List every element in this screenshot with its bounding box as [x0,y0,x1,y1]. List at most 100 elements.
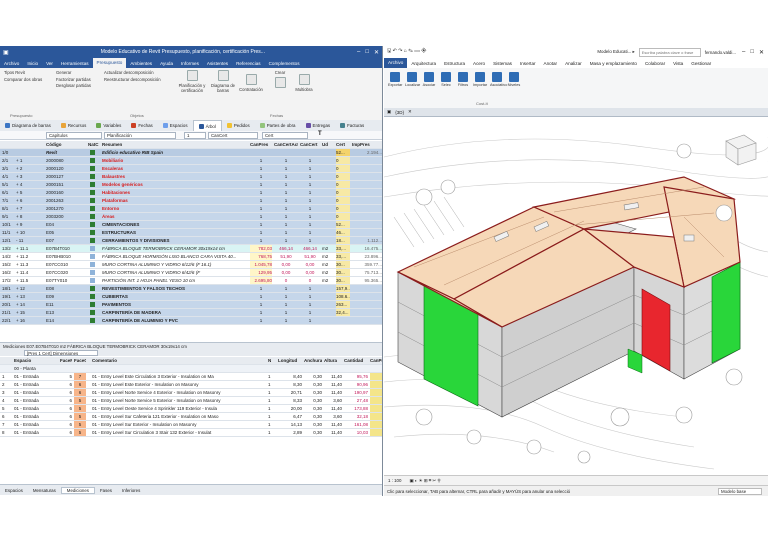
revit-menu-item-0[interactable]: Archivo [384,58,408,68]
menu-item-8[interactable]: Asistentes [203,61,232,66]
column-header[interactable]: CanCertAct [274,141,298,148]
table-row[interactable]: 19/1 + 13 E09 CUBIERTAS 1 1 1 108.6... [0,293,382,301]
bottom-tab-3[interactable]: Fases [95,488,117,493]
column-header[interactable]: N [268,357,276,364]
table-row[interactable]: 1/0 Revit Edificio educativo RIB Spain 52..… [0,149,382,157]
ribbon-item[interactable]: Contratación [237,87,265,94]
planning-filter[interactable]: Planificación [104,132,176,139]
view-controls-icons[interactable]: ▣ ◐ ☀ ⊞ ⌗ ✂ ⚲ [409,478,440,484]
column-header[interactable]: Altura [324,357,342,364]
table-row[interactable]: 8/1 + 7 2001270 Entorno 1 1 1 0 [0,205,382,213]
view-tab-1[interactable]: Recursos [56,123,92,128]
menu-item-6[interactable]: Ayuda [156,61,177,66]
column-header[interactable]: Cantidad [344,357,368,364]
bottom-tab-0[interactable]: Espacios [0,488,28,493]
revit-tool-2[interactable]: Asociar [422,72,436,87]
revit-menu-item-7[interactable]: Analizar [561,61,586,66]
table-row[interactable]: 11/1 + 10 E05 ESTRUCTURAS 1 1 1 46... [0,229,382,237]
revit-search-input[interactable]: Escriba palabra clave o frase [638,47,701,57]
3d-viewport[interactable] [384,117,768,475]
column-header[interactable]: Anchura [304,357,322,364]
table-row[interactable]: 7/1 + 6 2001263 Plataformas 1 1 1 0 [0,197,382,205]
column-header[interactable]: NatC [88,141,100,148]
cancert-filter[interactable]: CanCert [208,132,258,139]
menu-item-10[interactable]: Complementos [265,61,304,66]
ribbon-item[interactable]: Multiobra [290,87,318,94]
revit-tool-7[interactable]: Niveles [507,72,521,87]
menu-item-4[interactable]: Presupuesto [92,58,127,68]
measurement-row[interactable]: 6 01 - Entrada 6 5 01 - Entry Level Sur Cafe… [0,413,382,421]
measurement-row[interactable]: 4 01 - Entrada 6 5 01 - Entry Level Norte Se… [0,397,382,405]
table-row[interactable]: 14/2 + 11.2 E07BHB010 FÁBRICA BLOQUE HORMIG… [0,253,382,261]
ribbon-item[interactable]: Diagrama de barras [209,83,237,93]
view-scale[interactable]: 1 : 100 [388,478,401,483]
menu-item-1[interactable]: Inicio [23,61,42,66]
menu-item-0[interactable]: Archivo [0,61,23,66]
table-row[interactable]: 10/1 + 9 E04 CIMENTACIONES 1 1 1 52... [0,221,382,229]
user-name[interactable]: fernando.valdi... [705,50,736,55]
level-filter[interactable]: 1 [184,132,206,139]
revit-menu-item-5[interactable]: Insertar [516,61,540,66]
revit-menu-item-2[interactable]: Estructura [440,61,469,66]
table-row[interactable]: 12/1 - 11 E07 CERRAMIENTOS Y DIVISIONES 1 1 1 1… [0,237,382,245]
revit-tool-4[interactable]: Filtros [456,72,470,87]
revit-menu-item-1[interactable]: Arquitectura [407,61,440,66]
column-header[interactable]: CanPres [370,357,382,364]
column-header[interactable]: Espacio [14,357,58,364]
ribbon-item[interactable]: Desglosar partidas [56,83,91,90]
ribbon-item[interactable]: Actualizar descomposición [104,70,161,77]
revit-menu-item-4[interactable]: Sistemas [489,61,516,66]
measurement-row[interactable]: 7 01 - Entrada 6 5 01 - Entry Level Sur Exte… [0,421,382,429]
close-icon[interactable]: ✕ [374,49,379,56]
measurement-row[interactable]: 5 01 - Entrada 6 5 01 - Entry Level Oeste Se… [0,405,382,413]
column-header[interactable]: Longitud [278,357,302,364]
table-row[interactable]: 16/2 + 11.4 E07CC020 MURO CORTINA ALUMINIO … [0,269,382,277]
column-header[interactable]: Comentario [92,357,264,364]
maximize-icon[interactable]: □ [365,49,369,56]
view-tab-9[interactable]: Facturas [335,123,369,128]
close-view-icon[interactable]: ✕ [408,109,412,115]
revit-tool-3[interactable]: Selec [439,72,453,87]
chapter-filter[interactable]: Capítulos [46,132,102,139]
view-tab-6[interactable]: Pedidos [222,123,255,128]
maximize-icon[interactable]: □ [750,49,754,56]
view-tab-4[interactable]: Espacios [158,123,193,128]
measurement-row[interactable]: 1 01 - Entrada 5 7 01 - Entry Level Este Cir… [0,373,382,381]
table-row[interactable]: 4/1 + 3 2000127 Balaustres 1 1 1 0 [0,173,382,181]
column-header[interactable]: FacePlan [60,357,72,364]
column-header[interactable]: Ud [322,141,334,148]
column-header[interactable]: Cert [336,141,350,148]
measurement-row[interactable]: 8 01 - Entrada 6 5 01 - Entry Level Sur Circ… [0,429,382,437]
revit-menu-item-8[interactable]: Masa y emplazamiento [586,61,641,66]
table-row[interactable]: 13/2 + 11.1 E07B4T010 FÁBRICA BLOQUE TERMOB… [0,245,382,253]
column-header[interactable]: Resumen [102,141,248,148]
menu-item-9[interactable]: Referencias [232,61,265,66]
cert-filter[interactable]: Cert [262,132,308,139]
column-header[interactable]: FaceCert [74,357,86,364]
bottom-tab-2[interactable]: Mediciones [60,486,95,494]
model-select[interactable]: Modelo base [718,487,762,495]
view-tab-7[interactable]: Partes de obra [255,123,301,128]
view-tab-3[interactable]: Fechas [126,123,157,128]
table-row[interactable]: 20/1 + 14 E11 PAVIMENTOS 1 1 1 263... [0,301,382,309]
ribbon-item[interactable]: Comparar dos obras [4,77,42,84]
close-icon[interactable]: ✕ [759,49,764,56]
bottom-tab-1[interactable]: Mensaturas [28,488,61,493]
minimize-icon[interactable]: – [357,49,360,56]
revit-menu-item-3[interactable]: Acero [469,61,489,66]
table-row[interactable]: 5/1 + 4 2000151 Modelos genéricos 1 1 1 0 [0,181,382,189]
measurements-group-row[interactable]: 00 - Planta [0,365,382,373]
table-row[interactable]: 15/2 + 11.3 E07CC010 MURO CORTINA ALUMINIO … [0,261,382,269]
table-row[interactable]: 22/1 + 16 E14 CARPINTERÍA DE ALUMINIO Y PVC… [0,317,382,325]
ribbon-item[interactable]: Reestructurar descomposición [104,77,161,84]
menu-item-2[interactable]: Ver [42,61,57,66]
table-row[interactable]: 6/1 + 5 2000160 Habitaciones 1 1 1 0 [0,189,382,197]
menu-item-7[interactable]: Informes [177,61,203,66]
column-header[interactable]: ImpPres [352,141,382,148]
filter-icon[interactable]: T [318,131,322,137]
revit-tool-0[interactable]: Exportar [388,72,402,87]
table-row[interactable]: 18/1 + 12 E08 REVESTIMIENTOS Y FALSOS TECHO… [0,285,382,293]
revit-menu-item-6[interactable]: Anotar [540,61,562,66]
column-header[interactable]: Código [46,141,86,148]
measurement-row[interactable]: 3 01 - Entrada 6 6 01 - Entry Level Norte Se… [0,389,382,397]
